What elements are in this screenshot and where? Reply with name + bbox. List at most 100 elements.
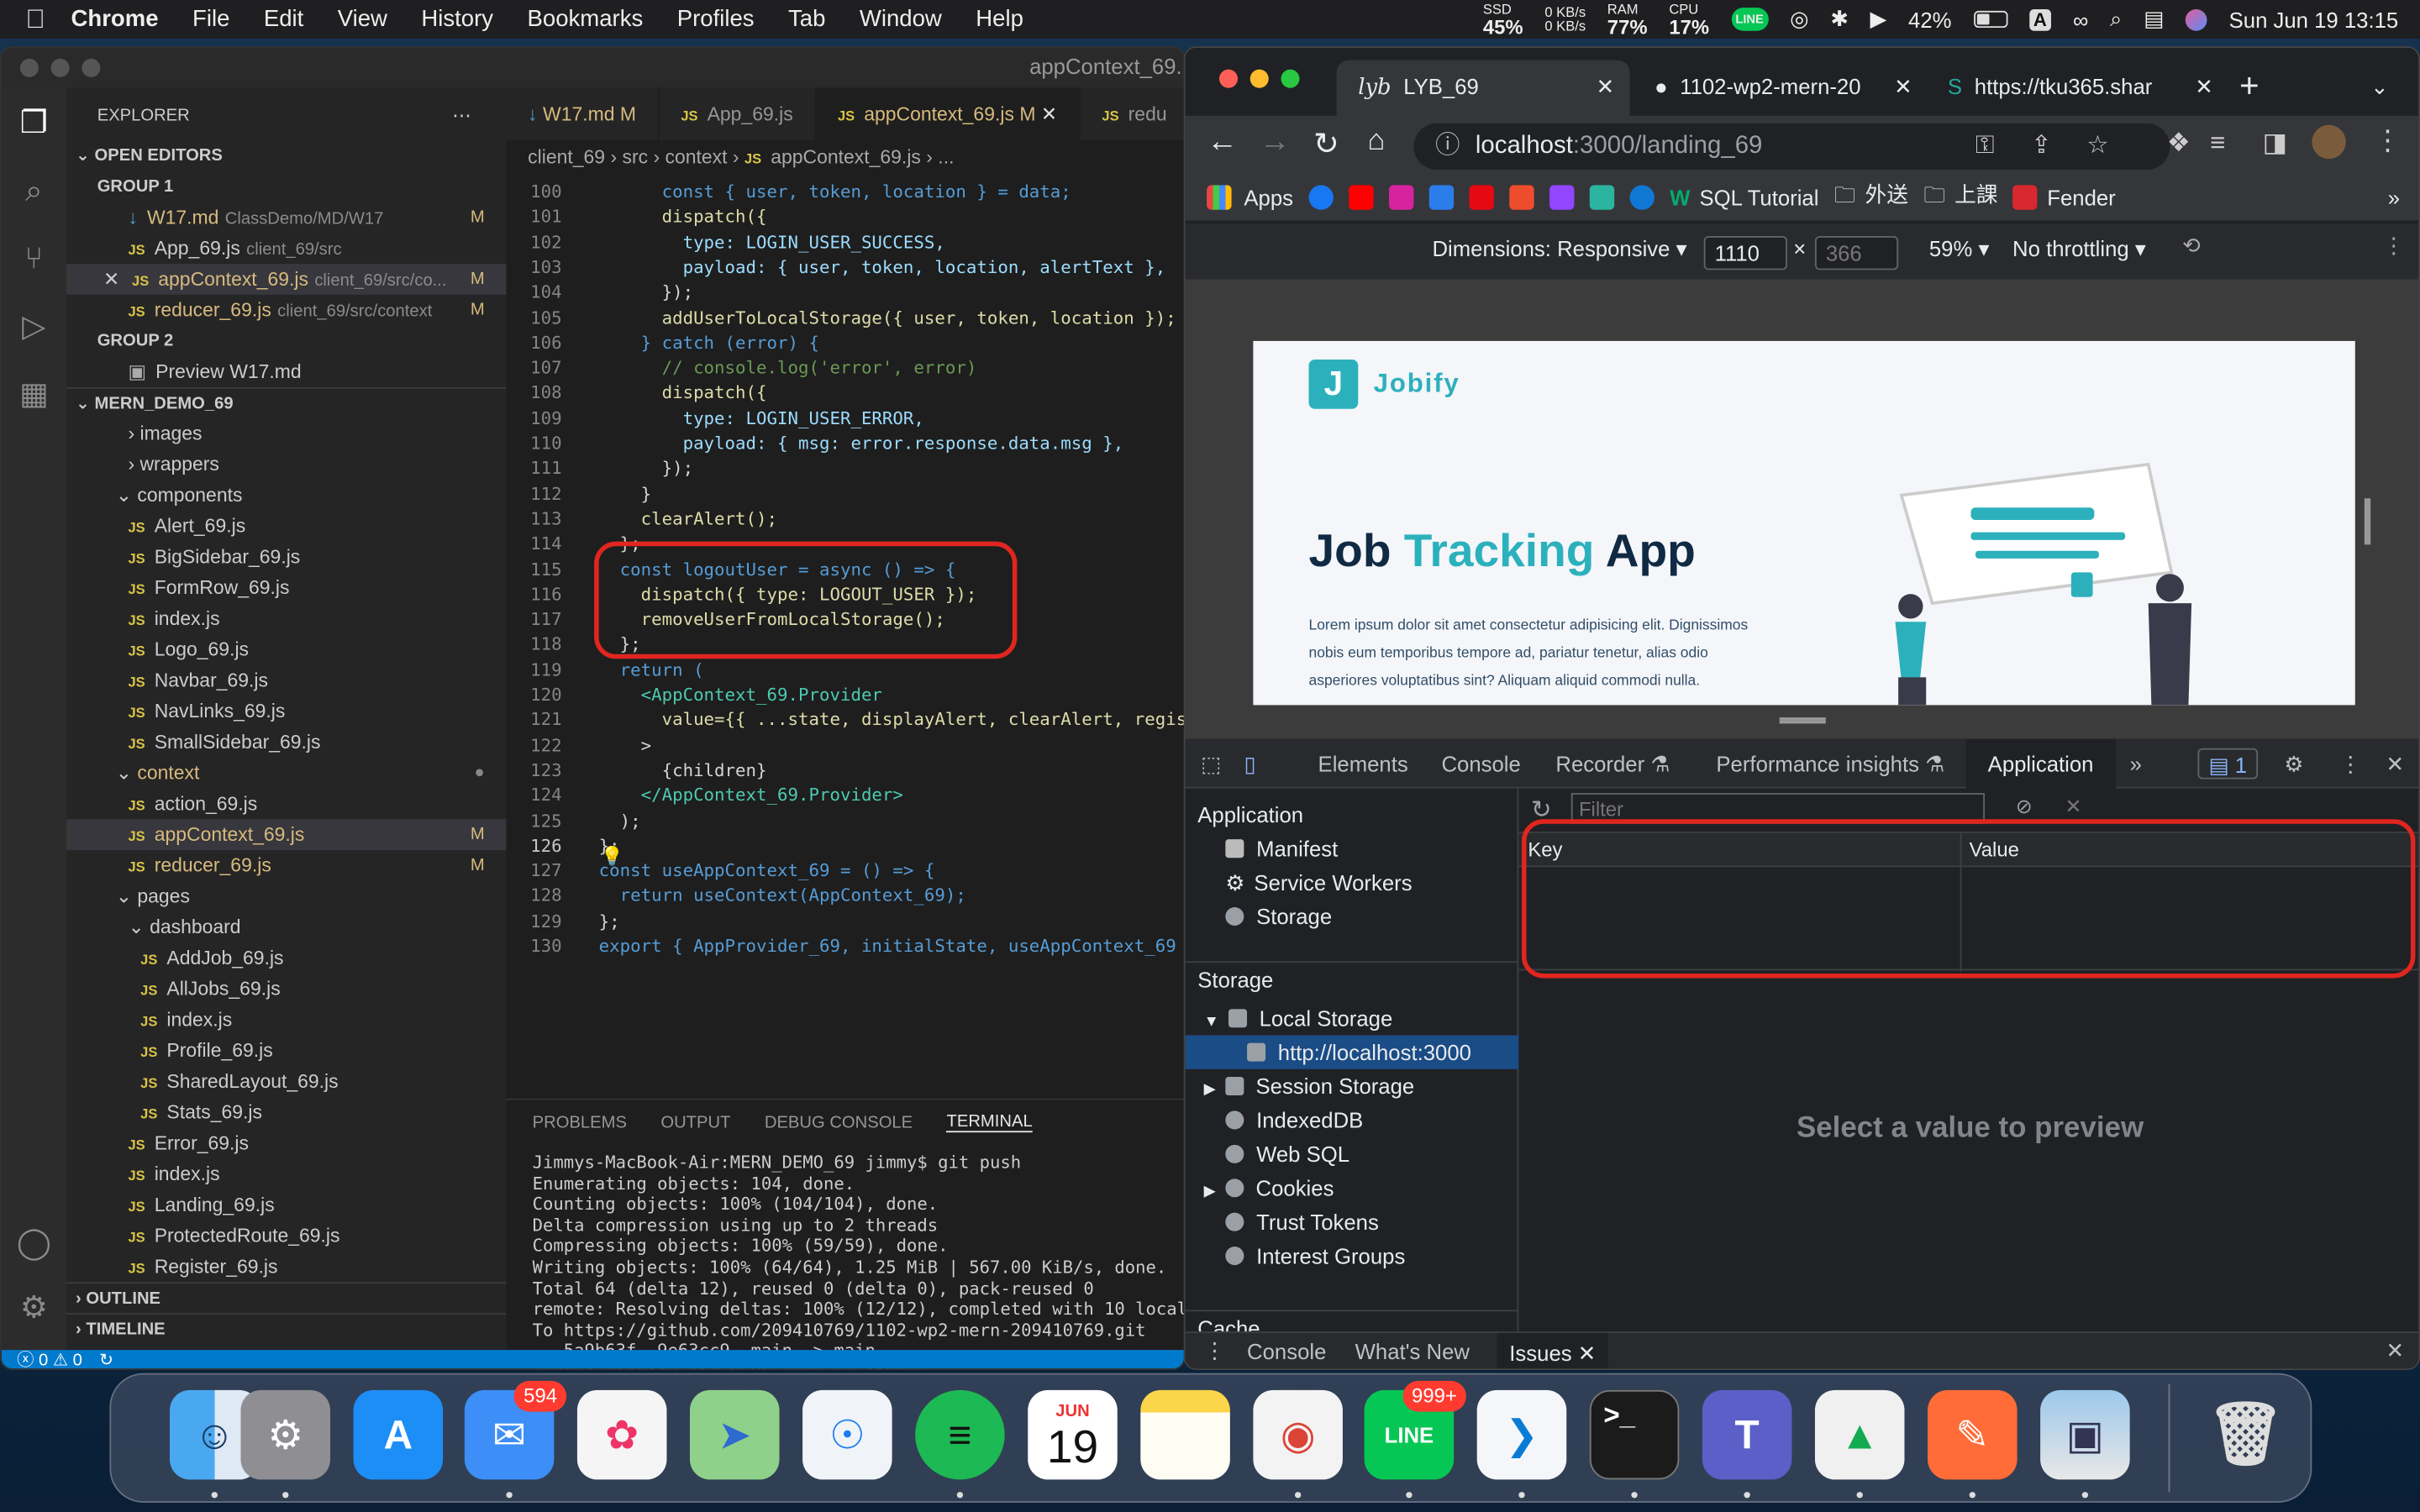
ram-stat[interactable]: RAM 77% xyxy=(1607,2,1648,36)
tab-search-icon[interactable]: ⌄ xyxy=(2370,60,2389,122)
menu-profiles[interactable]: Profiles xyxy=(677,6,755,32)
code-line[interactable]: 109 type: LOGIN_USER_ERROR, xyxy=(506,407,1183,432)
account-icon[interactable]: ◯ xyxy=(14,1224,55,1264)
code-line[interactable]: 129}; xyxy=(506,910,1183,935)
code-line[interactable]: 106 } catch (error) { xyxy=(506,332,1183,357)
code-line[interactable]: 103 payload: { user, token, location, al… xyxy=(506,256,1183,281)
spotlight-icon[interactable]: ⌕ xyxy=(2110,6,2122,32)
lightbulb-icon[interactable]: 💡 xyxy=(600,846,623,868)
close-icon[interactable]: ✕ xyxy=(1578,1341,1597,1365)
new-tab-button[interactable]: + xyxy=(2239,60,2260,122)
file-row[interactable]: JS Logo_69.js xyxy=(66,634,506,665)
file-row[interactable]: JS Landing_69.js xyxy=(66,1189,506,1221)
code-line[interactable]: 107 // console.log('error', error) xyxy=(506,356,1183,381)
profile-avatar[interactable] xyxy=(2312,124,2346,160)
share-icon[interactable]: ⇪ xyxy=(2031,123,2052,170)
clock[interactable]: Sun Jun 19 13:15 xyxy=(2229,7,2399,31)
explorer-icon[interactable]: ❐ xyxy=(14,103,55,144)
battery-percent[interactable]: 42% xyxy=(1908,7,1951,31)
mongodb-compass-icon[interactable]: ▲ xyxy=(1814,1389,1905,1480)
sidebar-item-service-workers[interactable]: ⚙ Service Workers xyxy=(1186,865,1519,899)
close-window-button[interactable] xyxy=(1218,69,1239,88)
open-editor-item[interactable]: JS App_69.js client_69/src xyxy=(66,233,506,264)
netflix-icon[interactable] xyxy=(1469,185,1494,210)
height-input[interactable]: 366 xyxy=(1814,236,1899,270)
git-sync-icon[interactable]: ↻ xyxy=(99,1352,113,1368)
source-control-icon[interactable]: ⑂ xyxy=(14,239,55,280)
tab-app[interactable]: JS App_69.js xyxy=(660,87,817,141)
drawer-tab-console[interactable]: Console xyxy=(1247,1339,1326,1363)
tab-application[interactable]: Application xyxy=(1965,738,2116,789)
back-icon[interactable]: ← xyxy=(1207,125,1238,160)
teams-icon[interactable]: T xyxy=(1702,1389,1792,1480)
network-stat[interactable]: 0 KB/s 0 KB/s xyxy=(1544,5,1586,33)
menu-view[interactable]: View xyxy=(338,6,387,32)
code-line[interactable]: 123 {children} xyxy=(506,759,1183,784)
zoom-window-button[interactable] xyxy=(1281,69,1300,88)
code-line[interactable]: 110 payload: { msg: error.response.data.… xyxy=(506,432,1183,457)
close-window-button[interactable] xyxy=(19,58,39,77)
run-debug-icon[interactable]: ▷ xyxy=(14,307,55,348)
code-line[interactable]: 112 } xyxy=(506,482,1183,507)
tab-w17[interactable]: ↓ W17.md M xyxy=(506,87,660,141)
code-line[interactable]: 111 }); xyxy=(506,457,1183,482)
file-row[interactable]: JS index.js xyxy=(66,1158,506,1189)
safari-icon[interactable]: ☉ xyxy=(802,1389,892,1480)
sidebar-item-manifest[interactable]: Manifest xyxy=(1186,832,1519,865)
battery-icon[interactable] xyxy=(1973,10,2007,29)
sidebar-item-localhost[interactable]: http://localhost:3000 xyxy=(1185,1035,1519,1069)
system-preferences-icon[interactable]: ⚙ xyxy=(240,1389,331,1480)
menu-bookmarks[interactable]: Bookmarks xyxy=(527,6,643,32)
code-line[interactable]: 119 return ( xyxy=(506,659,1183,684)
close-icon[interactable]: ✕ xyxy=(1041,103,1057,125)
folder-row[interactable]: ⌄ components xyxy=(66,480,506,511)
input-method-icon[interactable]: A xyxy=(2028,8,2052,30)
problems-status[interactable]: ⓧ 0 ⚠ 0 xyxy=(17,1352,82,1368)
code-line[interactable]: 120 <AppContext_69.Provider xyxy=(506,684,1183,709)
code-line[interactable]: 105 addUserToLocalStorage({ user, token,… xyxy=(506,307,1183,332)
maps-icon[interactable]: ➤ xyxy=(690,1389,780,1480)
spotify-icon[interactable]: ≡ xyxy=(915,1389,1005,1480)
bluetooth-icon[interactable]: ✱ xyxy=(1830,6,1849,32)
folder-row[interactable]: ⌄ pages xyxy=(66,881,506,912)
control-center-icon[interactable]: ▤ xyxy=(2144,6,2164,32)
airdrop-icon[interactable]: ◎ xyxy=(1790,6,1808,32)
menu-window[interactable]: Window xyxy=(860,6,942,32)
inspect-icon[interactable]: ⬚ xyxy=(1201,739,1221,789)
sidebar-item-local-storage[interactable]: ▼ Local Storage xyxy=(1186,1001,1519,1035)
file-row[interactable]: JS SmallSidebar_69.js xyxy=(66,727,506,758)
minimize-window-button[interactable] xyxy=(50,58,70,77)
code-line[interactable]: 121 value={{ ...state, displayAlert, cle… xyxy=(506,709,1184,734)
trash-icon[interactable]: 🗑 xyxy=(2201,1390,2291,1480)
code-line[interactable]: 124 </AppContext_69.Provider> xyxy=(506,784,1183,809)
open-editor-item-active[interactable]: ✕ JS appContext_69.js client_69/src/co... M xyxy=(66,264,507,295)
calendar-icon[interactable]: JUN 19 xyxy=(1028,1389,1118,1480)
extensions-puzzle-icon[interactable]: ❖ xyxy=(2167,128,2191,159)
twitch-icon[interactable] xyxy=(1549,185,1575,210)
file-row[interactable]: JS reducer_69.js M xyxy=(66,850,506,881)
menu-history[interactable]: History xyxy=(421,6,493,32)
clear-all-icon[interactable]: ⊘ xyxy=(2016,795,2033,819)
file-row[interactable]: JS BigSidebar_69.js xyxy=(66,542,506,573)
siri-icon[interactable] xyxy=(2186,8,2207,30)
file-row[interactable]: JS Stats_69.js xyxy=(66,1097,506,1128)
app-store-icon[interactable]: A xyxy=(353,1389,444,1480)
sidebar-item-session-storage[interactable]: ▶ Session Storage xyxy=(1186,1069,1519,1103)
project-header[interactable]: ⌄ MERN_DEMO_69 xyxy=(66,387,507,418)
chrome-icon[interactable]: ◉ xyxy=(1253,1389,1343,1480)
minimize-window-button[interactable] xyxy=(1249,69,1269,88)
more-tabs-icon[interactable]: » xyxy=(2130,739,2142,789)
file-row-selected[interactable]: JS appContext_69.js M xyxy=(66,819,507,851)
terminal[interactable]: Jimmys-MacBook-Air:MERN_DEMO_69 jimmy$ g… xyxy=(533,1152,1184,1368)
breadcrumb-item[interactable]: src xyxy=(622,146,648,168)
file-row[interactable]: JS AllJobs_69.js xyxy=(66,974,506,1005)
tab-problems[interactable]: PROBLEMS xyxy=(533,1113,627,1131)
dimensions-select[interactable]: Dimensions: Responsive ▾ xyxy=(1432,236,1686,262)
file-row[interactable]: JS FormRow_69.js xyxy=(66,572,506,603)
code-line[interactable]: 122 > xyxy=(506,734,1183,759)
tab-appcontext[interactable]: JS appContext_69.js M ✕ xyxy=(816,87,1081,141)
file-row[interactable]: JS Register_69.js xyxy=(66,1252,506,1283)
device-toggle-icon[interactable]: ▯ xyxy=(1244,739,1255,789)
vscode-icon[interactable]: ❯ xyxy=(1476,1389,1567,1480)
postman-icon[interactable]: ✎ xyxy=(1928,1389,2018,1480)
